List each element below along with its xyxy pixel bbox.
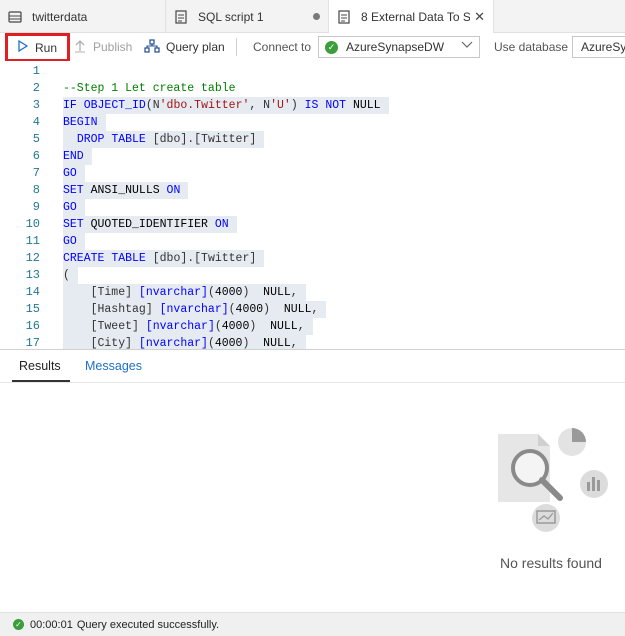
line-number: 11 (25, 234, 40, 248)
connected-check-icon: ✓ (325, 40, 338, 54)
sql-script-icon (337, 9, 351, 24)
code-line: 5 DROP TABLE [dbo].[Twitter] (0, 131, 625, 148)
active-tab-indicator (12, 380, 70, 382)
code-line: 15 [Hashtag] [nvarchar](4000) NULL, (0, 301, 625, 318)
code-text: CREATE TABLE [dbo].[Twitter] (63, 250, 265, 267)
close-icon[interactable]: ✕ (474, 9, 485, 25)
play-icon (18, 39, 29, 55)
connect-to-label: Connect to (253, 40, 312, 54)
connection-value: AzureSynapseDW (346, 40, 445, 54)
run-button[interactable]: Run (5, 33, 70, 62)
code-text: END (63, 148, 92, 165)
editor-tab-bar: twitterdata SQL script 1 8 External Data… (0, 0, 625, 34)
code-text: GO (63, 233, 85, 250)
line-number: 15 (25, 302, 40, 316)
tab-results[interactable]: Results (19, 359, 61, 373)
tab-twitterdata[interactable]: twitterdata (0, 0, 166, 33)
tab-sql-script-1[interactable]: SQL script 1 (166, 0, 329, 33)
query-plan-button[interactable]: Query plan (144, 33, 225, 61)
line-number: 9 (32, 200, 40, 214)
code-line: 16 [Tweet] [nvarchar](4000) NULL, (0, 318, 625, 335)
use-database-label: Use database (494, 40, 569, 54)
code-text: [City] [nvarchar](4000) NULL, (63, 335, 306, 349)
code-text: GO (63, 165, 85, 182)
code-line: 9 GO (0, 199, 625, 216)
code-line: 2 --Step 1 Let create table (0, 80, 625, 97)
connection-select[interactable]: ✓ AzureSynapseDW (318, 36, 480, 58)
query-plan-icon (144, 38, 160, 56)
publish-icon (74, 39, 86, 56)
results-tab-bar: Results Messages (0, 350, 625, 383)
publish-button[interactable]: Publish (74, 33, 132, 61)
publish-label: Publish (93, 40, 133, 54)
code-text: [Time] [nvarchar](4000) NULL, (63, 284, 306, 301)
run-label: Run (35, 40, 58, 55)
database-icon (8, 10, 22, 24)
elapsed-time: 00:00:01 (30, 618, 73, 631)
line-number: 12 (25, 251, 40, 265)
code-text: [Hashtag] [nvarchar](4000) NULL, (63, 301, 327, 318)
code-text: BEGIN (63, 114, 106, 131)
no-results-message: No results found (500, 555, 602, 571)
line-number: 4 (32, 115, 40, 129)
code-text: ( (63, 267, 78, 284)
code-text: DROP TABLE [dbo].[Twitter] (63, 131, 265, 148)
database-value: AzureSynapseDW (581, 40, 625, 54)
code-line: 13 ( (0, 267, 625, 284)
line-number: 5 (32, 132, 40, 146)
code-line: 12 CREATE TABLE [dbo].[Twitter] (0, 250, 625, 267)
query-plan-label: Query plan (166, 40, 225, 54)
line-number: 10 (25, 217, 40, 231)
code-line: 6 END (0, 148, 625, 165)
code-line: 8 SET ANSI_NULLS ON (0, 182, 625, 199)
code-text: [Tweet] [nvarchar](4000) NULL, (63, 318, 313, 335)
toolbar-divider (236, 38, 237, 56)
line-number: 6 (32, 149, 40, 163)
code-text: SET QUOTED_IDENTIFIER ON (63, 216, 237, 233)
code-line: 7 GO (0, 165, 625, 182)
tab-messages[interactable]: Messages (85, 359, 142, 373)
unsaved-dot-icon (313, 13, 320, 20)
tab-label: twitterdata (32, 9, 88, 24)
code-line: 11 GO (0, 233, 625, 250)
code-line: 3 IF OBJECT_ID(N'dbo.Twitter', N'U') IS N… (0, 97, 625, 114)
editor-toolbar: Run Publish Query plan Connect to ✓ Azur… (0, 33, 625, 62)
success-check-icon: ✓ (13, 619, 24, 630)
code-line: 1 (0, 63, 625, 80)
line-number: 14 (25, 285, 40, 299)
tab-label: SQL script 1 (198, 9, 264, 24)
code-text: IF OBJECT_ID(N'dbo.Twitter', N'U') IS NO… (63, 97, 389, 114)
code-line: 4 BEGIN (0, 114, 625, 131)
results-panel: Results Messages No results found (0, 349, 625, 612)
tab-label: 8 External Data To S... (361, 9, 471, 24)
line-number: 3 (32, 98, 40, 112)
line-number: 8 (32, 183, 40, 197)
line-number: 16 (25, 319, 40, 333)
code-text: GO (63, 199, 85, 216)
tab-external-data[interactable]: 8 External Data To S... ✕ (329, 0, 494, 34)
chevron-down-icon (461, 40, 473, 52)
code-text: SET ANSI_NULLS ON (63, 182, 189, 199)
code-line: 14 [Time] [nvarchar](4000) NULL, (0, 284, 625, 301)
sql-code-editor[interactable]: 1 2 --Step 1 Let create table 3 IF OBJECT_… (0, 61, 625, 349)
status-bar: ✓ 00:00:01 Query executed successfully. (0, 612, 625, 636)
line-number: 17 (25, 336, 40, 349)
database-select[interactable]: AzureSynapseDW (572, 36, 625, 58)
sql-script-icon (174, 9, 188, 24)
line-number: 2 (32, 81, 40, 95)
code-text: --Step 1 Let create table (63, 82, 236, 95)
line-number: 1 (32, 64, 40, 78)
code-line: 10 SET QUOTED_IDENTIFIER ON (0, 216, 625, 233)
line-number: 13 (25, 268, 40, 282)
code-line: 17 [City] [nvarchar](4000) NULL, (0, 335, 625, 349)
no-results-illustration-icon (490, 412, 620, 542)
status-message: Query executed successfully. (76, 618, 220, 631)
line-number: 7 (32, 166, 40, 180)
